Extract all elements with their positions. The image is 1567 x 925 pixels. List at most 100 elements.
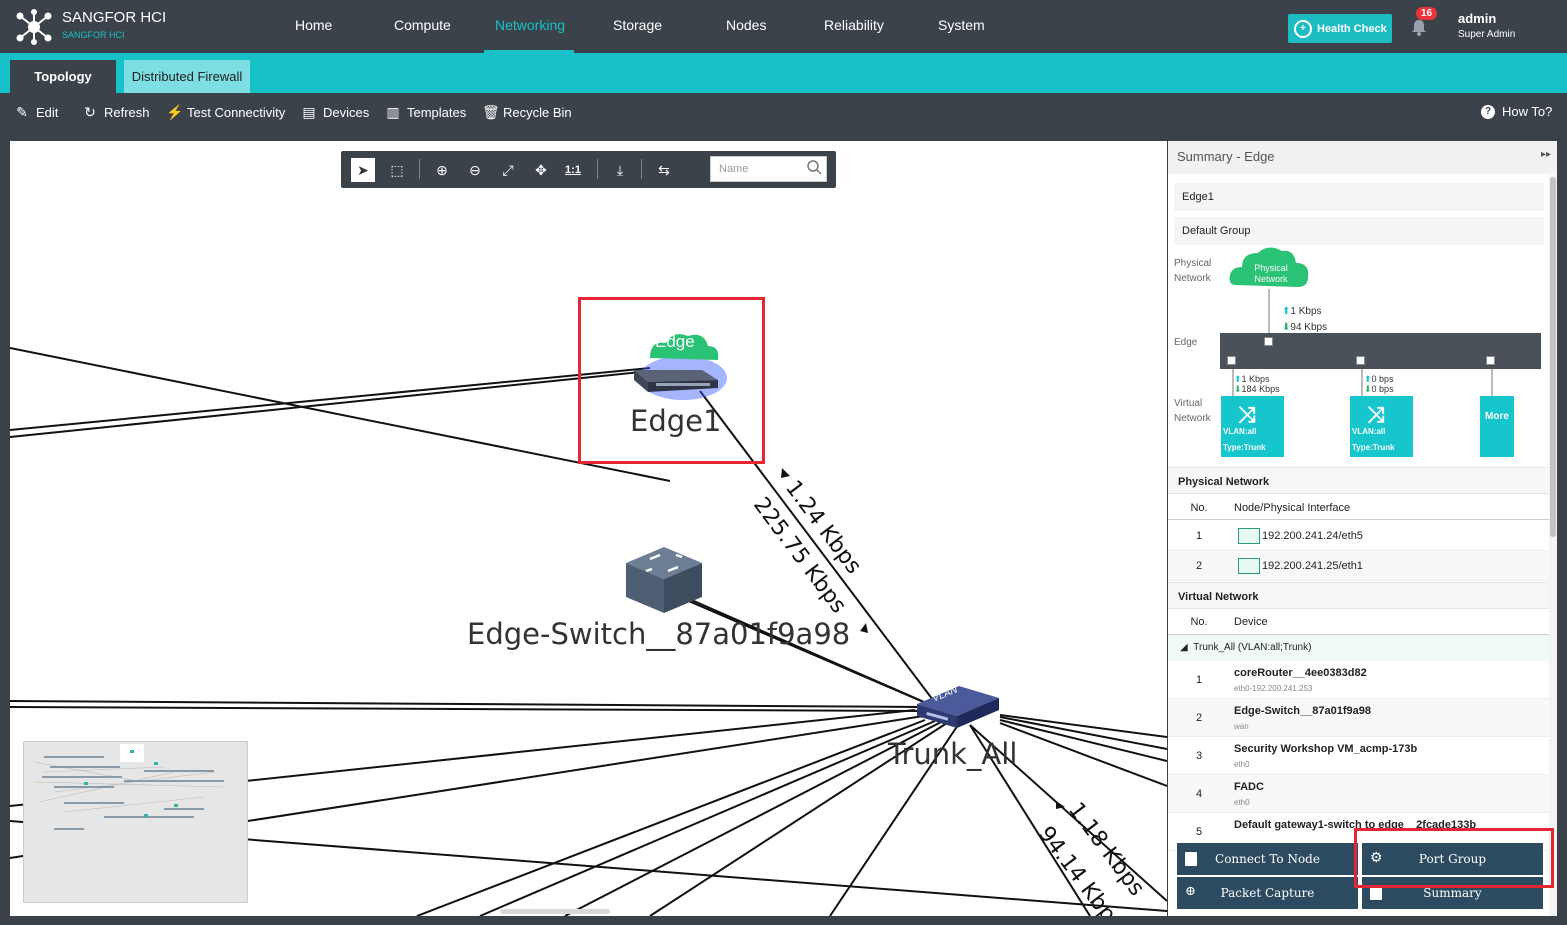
row-port: eth0-192.200.241.253	[1234, 684, 1313, 693]
virtual-network-tile-2[interactable]: ⤨ VLAN:all Type:Trunk	[1350, 396, 1413, 457]
row-interface: 192.200.241.25/eth1	[1262, 560, 1363, 572]
download-icon[interactable]: ⤓	[608, 158, 632, 182]
virtual-network-tile-1[interactable]: ⤨ VLAN:all Type:Trunk	[1221, 396, 1284, 457]
port2-line	[1361, 369, 1363, 397]
table-row[interactable]: 3 Security Workshop VM_acmp-173b eth0	[1168, 737, 1549, 775]
edge-port-3[interactable]	[1486, 356, 1495, 365]
row-no: 3	[1195, 750, 1203, 762]
tab-topology[interactable]: Topology	[10, 60, 116, 93]
vlan-trunk-icon[interactable]	[913, 682, 1003, 732]
virtual-table-header: No. Device	[1168, 609, 1549, 635]
health-check-icon: +	[1294, 19, 1312, 38]
table-row[interactable]: 2 192.200.241.25/eth1	[1168, 551, 1549, 581]
upload-arrow-icon: ⬆	[1364, 374, 1372, 384]
refresh-button[interactable]: ↻ Refresh	[83, 104, 150, 121]
actual-size-button[interactable]: 1:1	[561, 158, 585, 182]
edit-button[interactable]: ✎ Edit	[15, 104, 58, 121]
download-arrow-icon: ⬇	[1364, 384, 1372, 394]
nav-nodes[interactable]: Nodes	[726, 17, 766, 33]
physical-network-label: Physical Network	[1174, 258, 1212, 284]
nav-home[interactable]: Home	[295, 17, 332, 33]
tab-distributed-firewall[interactable]: Distributed Firewall	[124, 60, 250, 93]
collapse-icon[interactable]: ▸▸	[1541, 149, 1551, 160]
templates-button[interactable]: ▥ Templates	[386, 104, 466, 121]
table-row[interactable]: 2 Edge-Switch__87a01f9a98 wan	[1168, 699, 1549, 737]
port2-rate: ⬆0 bps ⬇0 bps	[1364, 374, 1394, 394]
toolbar-separator	[641, 159, 642, 179]
how-to-label: How To?	[1502, 104, 1553, 119]
uplink-line	[1268, 289, 1270, 335]
row-no: 2	[1195, 560, 1203, 572]
test-connectivity-button[interactable]: ⚡ Test Connectivity	[166, 104, 285, 121]
test-connectivity-label: Test Connectivity	[187, 105, 286, 120]
health-check-label: Health Check	[1317, 22, 1387, 35]
toolbar-separator	[419, 159, 420, 179]
user-name[interactable]: admin	[1458, 11, 1496, 26]
panel-scrollbar-thumb[interactable]	[1550, 177, 1556, 537]
packet-capture-button[interactable]: ⊕ Packet Capture	[1177, 877, 1358, 909]
vnet-vlan: VLAN:all	[1352, 427, 1386, 436]
notification-badge: 16	[1416, 7, 1438, 20]
switch-icon[interactable]	[622, 541, 706, 616]
node-label-trunk-all[interactable]: Trunk_All	[888, 737, 1017, 771]
edge-uplink-port[interactable]	[1264, 337, 1273, 346]
row-no: 1	[1195, 674, 1203, 686]
search-icon[interactable]	[806, 159, 822, 175]
edge-port-2[interactable]	[1356, 356, 1365, 365]
row-no: 2	[1195, 712, 1203, 724]
download-arrow-icon: ⬇	[1234, 384, 1242, 394]
row-device: coreRouter__4ee0383d82	[1234, 667, 1367, 679]
trunk-group-row[interactable]: ◢ Trunk_All (VLAN:all;Trunk)	[1168, 635, 1549, 661]
nav-networking[interactable]: Networking	[495, 17, 565, 33]
nav-system[interactable]: System	[938, 17, 985, 33]
edge-label: Edge	[1174, 337, 1198, 348]
tab-bar: Topology Distributed Firewall	[0, 53, 1567, 93]
devices-icon: ▤	[302, 104, 316, 120]
select-pointer-icon[interactable]: ➤	[351, 158, 375, 182]
bell-icon[interactable]	[1410, 18, 1428, 36]
question-icon: ?	[1481, 104, 1495, 119]
refresh-label: Refresh	[104, 105, 150, 120]
table-row[interactable]: 1 192.200.241.24/eth5	[1168, 521, 1549, 551]
zoom-out-icon[interactable]: ⊖	[463, 158, 487, 182]
horizontal-scrollbar[interactable]	[500, 909, 610, 914]
refresh-icon: ↻	[84, 104, 96, 120]
port1-up-rate: 1 Kbps	[1241, 374, 1270, 384]
row-no: 4	[1195, 788, 1203, 800]
topology-canvas[interactable]: Edge Edge1 Edge-Switch__87a01f9a98 VLAN …	[10, 141, 1167, 916]
topology-minimap[interactable]	[23, 741, 248, 903]
canvas-toolbar: ➤ ⬚ ⊕ ⊖ ⤢ ✥ 1:1 ⤓ ⇆ Name	[341, 151, 836, 188]
pan-icon[interactable]: ✥	[529, 158, 553, 182]
edge-device-bar[interactable]	[1220, 333, 1541, 369]
recycle-bin-label: Recycle Bin	[503, 105, 572, 120]
more-networks-button[interactable]: More	[1480, 396, 1514, 457]
cloud-label: Physical Network	[1254, 263, 1288, 284]
packet-capture-label: Packet Capture	[1220, 886, 1315, 900]
nav-storage[interactable]: Storage	[613, 17, 662, 33]
row-device: FADC	[1234, 781, 1264, 793]
connect-to-node-button[interactable]: Connect To Node	[1177, 843, 1358, 875]
nav-reliability[interactable]: Reliability	[824, 17, 884, 33]
row-device: Security Workshop VM_acmp-173b	[1234, 743, 1418, 755]
zoom-in-icon[interactable]: ⊕	[430, 158, 454, 182]
recycle-bin-button[interactable]: 🗑 Recycle Bin	[482, 104, 572, 121]
nav-compute[interactable]: Compute	[394, 17, 451, 33]
health-check-button[interactable]: + Health Check	[1288, 14, 1392, 43]
edge-port-1[interactable]	[1227, 356, 1236, 365]
pencil-icon: ✎	[16, 104, 28, 120]
port-group-highlight-box	[1354, 828, 1554, 888]
shuffle-icon: ⤨	[1238, 402, 1256, 427]
vnet-vlan: VLAN:all	[1223, 427, 1257, 436]
marquee-select-icon[interactable]: ⬚	[385, 158, 409, 182]
devices-button[interactable]: ▤ Devices	[302, 104, 369, 121]
shuffle-icon: ⤨	[1367, 402, 1385, 427]
table-row[interactable]: 4 FADC eth0	[1168, 775, 1549, 813]
summary-label: Summary	[1423, 886, 1482, 900]
fit-screen-icon[interactable]: ⤢	[496, 158, 520, 182]
layout-icon[interactable]: ⇆	[652, 158, 676, 182]
how-to-button[interactable]: ? How To?	[1481, 104, 1552, 119]
node-label-edge-switch[interactable]: Edge-Switch__87a01f9a98	[467, 617, 850, 651]
table-row[interactable]: 1 coreRouter__4ee0383d82 eth0-192.200.24…	[1168, 661, 1549, 699]
collapse-triangle-icon[interactable]: ◢	[1180, 642, 1188, 653]
row-port: wan	[1234, 722, 1249, 731]
